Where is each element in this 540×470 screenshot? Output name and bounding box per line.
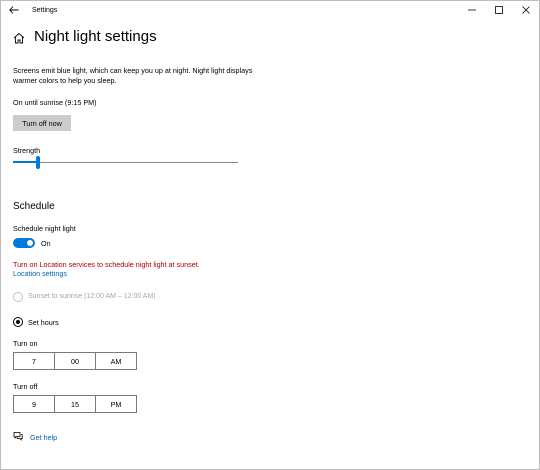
strength-slider-fill: [13, 161, 38, 163]
schedule-night-light-label: Schedule night light: [13, 224, 76, 233]
toggle-knob: [27, 240, 33, 246]
turn-on-minute[interactable]: 00: [55, 353, 96, 369]
close-button[interactable]: [512, 1, 539, 19]
title-bar: Settings: [1, 1, 539, 19]
turn-on-time-picker[interactable]: 7 00 AM: [13, 352, 137, 370]
page-title: Night light settings: [34, 28, 157, 45]
schedule-heading: Schedule: [13, 201, 55, 212]
turn-off-hour[interactable]: 9: [14, 396, 55, 412]
maximize-button[interactable]: [485, 1, 512, 19]
radio-sunset-to-sunrise[interactable]: [13, 292, 23, 302]
radio-set-hours-label: Set hours: [28, 318, 59, 327]
turn-on-ampm[interactable]: AM: [96, 353, 136, 369]
back-arrow-icon: [9, 6, 19, 14]
help-chat-icon: [13, 432, 23, 441]
settings-window: Settings Night light settings Screens em…: [0, 0, 540, 470]
turn-off-label: Turn off: [13, 382, 38, 391]
back-button[interactable]: [1, 1, 27, 19]
minimize-icon: [467, 9, 476, 11]
turn-on-label: Turn on: [13, 339, 38, 348]
schedule-toggle[interactable]: [13, 238, 35, 248]
turn-off-minute[interactable]: 15: [55, 396, 96, 412]
turn-on-hour[interactable]: 7: [14, 353, 55, 369]
radio-set-hours[interactable]: [13, 317, 23, 327]
get-help-link[interactable]: Get help: [30, 433, 57, 442]
location-settings-link[interactable]: Location settings: [13, 269, 67, 278]
turn-off-now-button[interactable]: Turn off now: [13, 115, 71, 131]
minimize-button[interactable]: [458, 1, 485, 19]
strength-slider-track[interactable]: [13, 162, 238, 163]
turn-off-time-picker[interactable]: 9 15 PM: [13, 395, 137, 413]
toggle-state-label: On: [41, 239, 51, 248]
status-text: On until sunrise (9:15 PM): [13, 98, 97, 107]
page-description: Screens emit blue light, which can keep …: [13, 66, 253, 85]
radio-sunset-label: Sunset to sunrise (12:00 AM – 12:00 AM): [28, 293, 156, 300]
location-warning: Turn on Location services to schedule ni…: [13, 260, 200, 269]
strength-label: Strength: [13, 146, 41, 155]
home-icon[interactable]: [13, 32, 25, 44]
close-icon: [521, 6, 530, 14]
window-controls: [458, 1, 539, 19]
strength-slider-thumb[interactable]: [35, 156, 40, 169]
window-title: Settings: [32, 6, 58, 14]
turn-off-ampm[interactable]: PM: [96, 396, 136, 412]
radio-selected-dot: [16, 320, 20, 324]
maximize-icon: [494, 6, 503, 14]
